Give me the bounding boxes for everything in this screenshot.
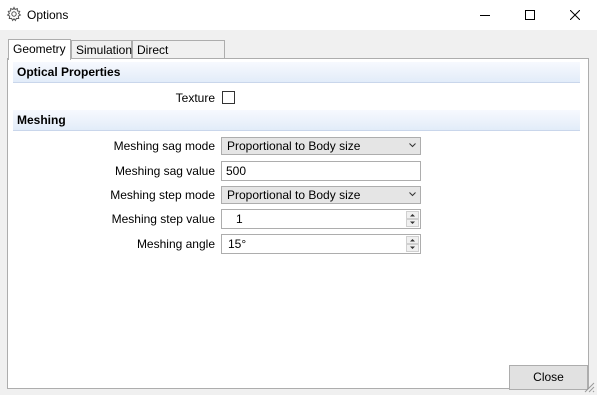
chevron-down-icon [409,192,416,197]
arrow-up-icon [410,239,415,242]
close-button[interactable]: Close [509,365,588,390]
close-window-button[interactable] [552,0,597,30]
tab-label: Geometry [13,42,66,56]
texture-label: Texture [175,91,215,105]
tab-geometry[interactable]: Geometry [8,39,71,60]
spinner-value: 15° [228,237,247,251]
title-bar: Options [0,0,597,30]
section-title: Meshing [17,113,66,127]
meshing-sag-value-label: Meshing sag value [114,164,215,178]
spin-up-button[interactable] [406,236,419,244]
window-title: Options [27,8,69,22]
meshing-angle-label: Meshing angle [136,237,215,251]
arrow-up-icon [410,214,415,217]
section-title: Optical Properties [17,65,121,79]
texture-checkbox[interactable] [222,91,235,104]
maximize-icon [524,10,535,20]
dialog-body: Geometry Simulation Direct simulation Op… [0,30,597,395]
meshing-step-value-label: Meshing step value [111,212,215,226]
section-header-meshing: Meshing [13,110,580,131]
arrow-down-icon [410,221,415,224]
tab-direct-simulation[interactable]: Direct simulation [132,40,225,75]
meshing-step-value-spinner[interactable]: 1 [221,209,421,229]
minimize-button[interactable] [462,0,507,30]
maximize-button[interactable] [507,0,552,30]
resize-grip-icon[interactable] [583,381,595,393]
tab-simulation[interactable]: Simulation [71,40,132,58]
meshing-sag-value-input[interactable]: 500 [221,161,421,181]
meshing-sag-mode-select[interactable]: Proportional to Body size [221,137,421,155]
select-value: Proportional to Body size [227,188,361,202]
spin-up-button[interactable] [406,211,419,219]
spin-down-button[interactable] [406,244,419,252]
input-value: 500 [226,164,247,178]
select-value: Proportional to Body size [227,139,361,153]
tab-label: Simulation [76,43,133,57]
close-button-label: Close [533,370,564,384]
meshing-step-mode-select[interactable]: Proportional to Body size [221,186,421,204]
close-icon [569,10,580,20]
spinner-value: 1 [236,212,243,226]
meshing-step-mode-label: Meshing step mode [110,188,215,202]
meshing-sag-mode-label: Meshing sag mode [113,139,215,153]
chevron-down-icon [409,143,416,148]
gear-icon [6,6,22,22]
meshing-angle-spinner[interactable]: 15° [221,234,421,254]
arrow-down-icon [410,246,415,249]
minimize-icon [479,15,490,16]
section-header-optical: Optical Properties [13,62,580,83]
spin-down-button[interactable] [406,219,419,227]
